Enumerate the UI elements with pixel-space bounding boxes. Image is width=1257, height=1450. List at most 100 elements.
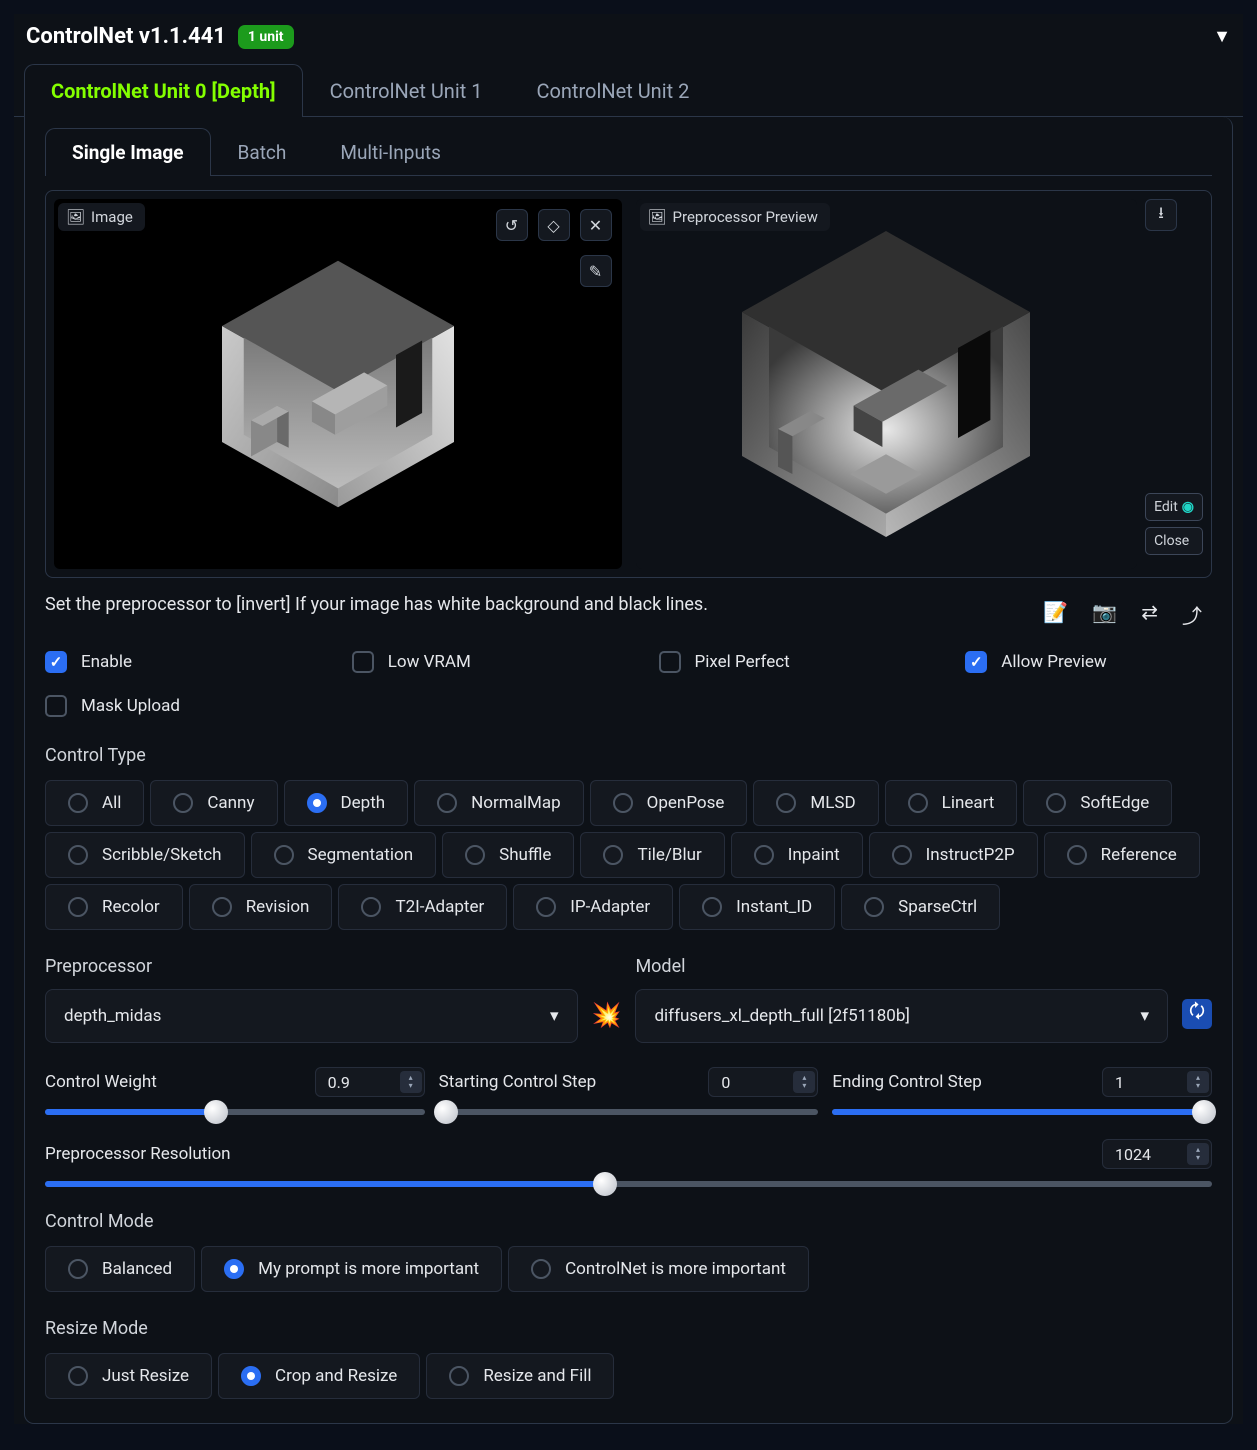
tab-multi-inputs[interactable]: Multi-Inputs [313, 128, 468, 176]
new-canvas-icon[interactable]: 📝 [1043, 600, 1068, 629]
tab-batch[interactable]: Batch [211, 128, 314, 176]
control-type-mlsd[interactable]: MLSD [753, 780, 878, 826]
control-type-label: Control Type [45, 745, 1212, 766]
control-type-group: AllCannyDepthNormalMapOpenPoseMLSDLinear… [45, 780, 1212, 930]
download-icon[interactable]: ⭳ [1145, 199, 1177, 231]
preprocessor-select[interactable]: depth_midas ▾ [45, 989, 578, 1043]
control-type-reference[interactable]: Reference [1044, 832, 1200, 878]
resize-mode-just-resize[interactable]: Just Resize [45, 1353, 212, 1399]
control-type-depth[interactable]: Depth [284, 780, 409, 826]
unit-content: Single Image Batch Multi-Inputs 🖼 Image [24, 117, 1233, 1424]
resize-mode-group: Just ResizeCrop and ResizeResize and Fil… [45, 1353, 1212, 1399]
tab-single-image[interactable]: Single Image [45, 128, 211, 176]
control-type-t2i-adapter[interactable]: T2I-Adapter [338, 884, 507, 930]
control-type-segmentation[interactable]: Segmentation [251, 832, 437, 878]
input-image-label: 🖼 Image [58, 203, 145, 231]
start-step-track[interactable] [439, 1109, 819, 1115]
tab-unit-1[interactable]: ControlNet Unit 1 [303, 64, 510, 117]
end-step-slider: Ending Control Step 1 ▴▾ [832, 1067, 1212, 1115]
control-weight-track[interactable] [45, 1109, 425, 1115]
input-image-col: 🖼 Image [54, 199, 622, 569]
mask-upload-checkbox[interactable]: Mask Upload [45, 695, 1212, 717]
swap-icon[interactable]: ⇄ [1141, 600, 1158, 629]
stepper-icon[interactable]: ▴▾ [1187, 1071, 1209, 1093]
chevron-down-icon: ▾ [1140, 1006, 1149, 1026]
action-icons: 📝 📷 ⇄ ⤴ [1043, 594, 1212, 629]
enable-checkbox[interactable]: Enable [45, 651, 292, 673]
run-preprocessor-icon[interactable]: 💥 [592, 1001, 622, 1043]
control-type-recolor[interactable]: Recolor [45, 884, 183, 930]
chevron-down-icon: ▾ [550, 1006, 559, 1026]
preproc-res-track[interactable] [45, 1181, 1212, 1187]
control-type-scribble-sketch[interactable]: Scribble/Sketch [45, 832, 245, 878]
tab-unit-0[interactable]: ControlNet Unit 0 [Depth] [24, 64, 303, 117]
erase-icon[interactable]: ◇ [538, 209, 570, 241]
control-mode-my-prompt-is-more-important[interactable]: My prompt is more important [201, 1246, 502, 1292]
hint-text: Set the preprocessor to [invert] If your… [45, 594, 708, 615]
control-weight-slider: Control Weight 0.9 ▴▾ [45, 1067, 425, 1115]
control-type-inpaint[interactable]: Inpaint [731, 832, 863, 878]
start-step-slider: Starting Control Step 0 ▴▾ [439, 1067, 819, 1115]
preview-toolbar: ⭳ Edit ◉ Close [1145, 199, 1203, 569]
control-type-tile-blur[interactable]: Tile/Blur [580, 832, 724, 878]
send-dims-icon[interactable]: ⤴ [1182, 600, 1202, 629]
image-icon: 🖼 [648, 208, 667, 226]
end-step-track[interactable] [832, 1109, 1212, 1115]
control-type-all[interactable]: All [45, 780, 144, 826]
pixel-perfect-checkbox[interactable]: Pixel Perfect [659, 651, 906, 673]
edit-app-icon: ◉ [1182, 499, 1194, 515]
stepper-icon[interactable]: ▴▾ [793, 1071, 815, 1093]
end-step-input[interactable]: 1 ▴▾ [1102, 1067, 1212, 1097]
tab-unit-2[interactable]: ControlNet Unit 2 [509, 64, 716, 117]
control-type-lineart[interactable]: Lineart [885, 780, 1018, 826]
image-icon: 🖼 [66, 208, 85, 226]
unit-count-badge: 1 unit [238, 25, 294, 49]
control-type-instant-id[interactable]: Instant_ID [679, 884, 835, 930]
control-mode-group: BalancedMy prompt is more importantContr… [45, 1246, 1212, 1292]
resize-mode-resize-and-fill[interactable]: Resize and Fill [426, 1353, 614, 1399]
start-step-input[interactable]: 0 ▴▾ [708, 1067, 818, 1097]
control-type-revision[interactable]: Revision [189, 884, 333, 930]
panel-header: ControlNet v1.1.441 1 unit ▼ [14, 14, 1243, 63]
control-mode-balanced[interactable]: Balanced [45, 1246, 195, 1292]
input-image-canvas[interactable] [54, 199, 622, 569]
model-select[interactable]: diffusers_xl_depth_full [2f51180b] ▾ [635, 989, 1168, 1043]
edit-button[interactable]: Edit ◉ [1145, 493, 1203, 521]
control-type-normalmap[interactable]: NormalMap [414, 780, 584, 826]
close-button[interactable]: Close [1145, 527, 1203, 555]
preprocessor-label: Preprocessor [45, 956, 578, 977]
preview-label: 🖼 Preprocessor Preview [640, 203, 830, 231]
preview-image-col: 🖼 Preprocessor Preview [636, 199, 1204, 569]
control-weight-input[interactable]: 0.9 ▴▾ [315, 1067, 425, 1097]
control-type-shuffle[interactable]: Shuffle [442, 832, 574, 878]
control-type-sparsectrl[interactable]: SparseCtrl [841, 884, 1000, 930]
allow-preview-checkbox[interactable]: Allow Preview [965, 651, 1212, 673]
input-image-toolbar: ↺ ◇ ✕ [496, 209, 612, 241]
collapse-toggle-icon[interactable]: ▼ [1213, 26, 1231, 47]
control-type-softedge[interactable]: SoftEdge [1023, 780, 1172, 826]
controlnet-panel: ControlNet v1.1.441 1 unit ▼ ControlNet … [14, 14, 1243, 1424]
preproc-res-slider: Preprocessor Resolution 1024 ▴▾ [45, 1139, 1212, 1187]
camera-icon[interactable]: 📷 [1092, 600, 1117, 629]
unit-tabs: ControlNet Unit 0 [Depth] ControlNet Uni… [14, 63, 1243, 117]
stepper-icon[interactable]: ▴▾ [1187, 1143, 1209, 1165]
image-row: 🖼 Image [45, 190, 1212, 578]
model-label: Model [635, 956, 1168, 977]
image-mode-tabs: Single Image Batch Multi-Inputs [45, 127, 1212, 176]
control-mode-label: Control Mode [45, 1211, 1212, 1232]
control-type-ip-adapter[interactable]: IP-Adapter [513, 884, 673, 930]
undo-icon[interactable]: ↺ [496, 209, 528, 241]
control-type-instructp2p[interactable]: InstructP2P [869, 832, 1038, 878]
brush-icon[interactable]: ✎ [580, 255, 612, 287]
resize-mode-label: Resize Mode [45, 1318, 1212, 1339]
stepper-icon[interactable]: ▴▾ [400, 1071, 422, 1093]
low-vram-checkbox[interactable]: Low VRAM [352, 651, 599, 673]
preview-image-canvas[interactable] [636, 199, 1138, 569]
close-icon[interactable]: ✕ [580, 209, 612, 241]
preproc-res-input[interactable]: 1024 ▴▾ [1102, 1139, 1212, 1169]
control-mode-controlnet-is-more-important[interactable]: ControlNet is more important [508, 1246, 809, 1292]
resize-mode-crop-and-resize[interactable]: Crop and Resize [218, 1353, 420, 1399]
refresh-models-icon[interactable]: 🗘 [1182, 999, 1212, 1029]
control-type-canny[interactable]: Canny [150, 780, 277, 826]
control-type-openpose[interactable]: OpenPose [590, 780, 748, 826]
